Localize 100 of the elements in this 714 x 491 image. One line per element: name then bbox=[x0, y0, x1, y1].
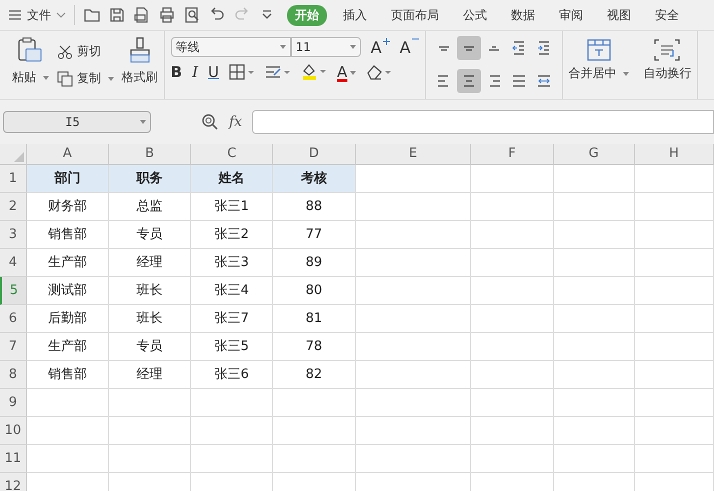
align-icon bbox=[536, 74, 551, 86]
table-cell: 考核 bbox=[273, 165, 356, 193]
cut-button[interactable]: 剪切 bbox=[76, 43, 101, 60]
caret-icon[interactable] bbox=[140, 120, 146, 124]
format-painter-button[interactable]: 格式刷 bbox=[122, 69, 158, 86]
caret-icon[interactable] bbox=[350, 70, 356, 75]
file-menu[interactable]: 文件 bbox=[27, 6, 51, 24]
save-icon[interactable] bbox=[108, 6, 126, 24]
table-cell: 81 bbox=[273, 305, 356, 333]
row-header[interactable]: 4 bbox=[0, 249, 27, 277]
column-header[interactable]: B bbox=[108, 144, 192, 164]
bold-button[interactable]: B bbox=[170, 63, 182, 81]
print-preview-icon[interactable] bbox=[183, 6, 201, 24]
formula-input[interactable] bbox=[252, 110, 714, 134]
eraser-icon[interactable] bbox=[366, 64, 392, 80]
row-header[interactable]: 10 bbox=[0, 417, 27, 445]
scissors-icon[interactable] bbox=[56, 44, 73, 58]
align-icon bbox=[462, 74, 476, 86]
conditional-format-icon[interactable] bbox=[265, 64, 292, 80]
table-cell: 89 bbox=[273, 249, 356, 277]
align-button[interactable] bbox=[456, 68, 481, 92]
table-cell: 专员 bbox=[108, 333, 192, 361]
align-icon bbox=[436, 46, 451, 50]
table-cell: 财务部 bbox=[26, 193, 109, 221]
align-icon bbox=[536, 41, 551, 55]
fill-color-icon[interactable] bbox=[301, 63, 328, 81]
row-header[interactable]: 8 bbox=[0, 361, 27, 389]
table-cell: 生产部 bbox=[26, 249, 109, 277]
table-cell: 80 bbox=[273, 277, 356, 305]
table-cell: 82 bbox=[273, 361, 356, 389]
table-cell: 78 bbox=[273, 333, 356, 361]
ribbon-tab[interactable]: 页面布局 bbox=[383, 4, 447, 26]
column-header[interactable]: D bbox=[273, 144, 356, 164]
row-header[interactable]: 7 bbox=[0, 333, 27, 361]
column-header[interactable]: A bbox=[26, 144, 109, 164]
table-cell: 张三3 bbox=[191, 249, 274, 277]
table-cell: 生产部 bbox=[26, 333, 109, 361]
wrap-text-button[interactable]: 自动换行 bbox=[643, 65, 692, 82]
table-cell: 班长 bbox=[108, 305, 192, 333]
ribbon-tab[interactable]: 审阅 bbox=[551, 4, 591, 26]
copy-icon[interactable] bbox=[56, 70, 73, 86]
table-cell: 张三1 bbox=[191, 193, 274, 221]
align-icon bbox=[462, 46, 476, 50]
ribbon-tab[interactable]: 公式 bbox=[455, 4, 495, 26]
row-header[interactable]: 2 bbox=[0, 193, 27, 221]
shrink-font-button[interactable]: A bbox=[400, 38, 419, 56]
table-cell: 销售部 bbox=[26, 361, 109, 389]
ribbon-tab[interactable]: 安全 bbox=[647, 4, 687, 26]
function-button[interactable]: fx bbox=[229, 114, 242, 130]
wrap-text-icon[interactable] bbox=[654, 39, 680, 61]
table-cell: 张三7 bbox=[191, 305, 274, 333]
underline-button[interactable]: U bbox=[208, 63, 220, 81]
ribbon-tab[interactable]: 数据 bbox=[503, 4, 543, 26]
row-header[interactable]: 11 bbox=[0, 445, 27, 473]
caret-icon[interactable] bbox=[350, 45, 356, 49]
plus-icon bbox=[382, 38, 390, 44]
column-header[interactable]: G bbox=[554, 144, 635, 164]
menu-icon[interactable] bbox=[8, 9, 22, 21]
row-header[interactable]: 12 bbox=[0, 473, 27, 491]
font-family-field[interactable]: 等线 bbox=[170, 37, 291, 57]
row-header[interactable]: 6 bbox=[0, 305, 27, 333]
caret-icon[interactable] bbox=[623, 72, 630, 76]
merge-cells-icon[interactable] bbox=[586, 39, 611, 61]
table-cell: 班长 bbox=[108, 277, 192, 305]
column-header[interactable]: C bbox=[191, 144, 274, 164]
table-cell: 后勤部 bbox=[26, 305, 109, 333]
column-header[interactable]: H bbox=[634, 144, 714, 164]
table-cell: 姓名 bbox=[191, 165, 274, 193]
ribbon-tab[interactable]: 视图 bbox=[599, 4, 639, 26]
borders-icon[interactable] bbox=[229, 64, 256, 80]
row-header[interactable]: 1 bbox=[0, 165, 27, 193]
font-color-button[interactable]: A bbox=[337, 63, 356, 81]
caret-icon[interactable] bbox=[42, 76, 49, 80]
table-cell: 销售部 bbox=[26, 221, 109, 249]
caret-icon[interactable] bbox=[280, 45, 286, 49]
zoom-icon[interactable] bbox=[201, 113, 219, 131]
row-header[interactable]: 3 bbox=[0, 221, 27, 249]
table-cell: 经理 bbox=[108, 361, 192, 389]
paste-button[interactable]: 粘贴 bbox=[12, 69, 49, 86]
column-header[interactable]: E bbox=[356, 144, 472, 164]
table-cell: 部门 bbox=[26, 165, 109, 193]
copy-button[interactable]: 复制 bbox=[76, 70, 114, 87]
chevron-icon[interactable] bbox=[56, 12, 66, 18]
italic-button[interactable]: I bbox=[192, 63, 198, 81]
merge-center-button[interactable]: 合并居中 bbox=[568, 65, 630, 82]
row-header[interactable]: 9 bbox=[0, 389, 27, 417]
align-button[interactable] bbox=[456, 36, 481, 60]
table-cell: 专员 bbox=[108, 221, 192, 249]
align-icon bbox=[512, 41, 526, 55]
font-size-field[interactable]: 11 bbox=[290, 37, 361, 57]
ribbon-tab[interactable]: 插入 bbox=[335, 4, 375, 26]
print-icon[interactable] bbox=[158, 6, 176, 24]
table-cell: 张三4 bbox=[191, 277, 274, 305]
column-header[interactable]: F bbox=[471, 144, 554, 164]
table-cell: 77 bbox=[273, 221, 356, 249]
name-box[interactable]: I5 bbox=[3, 111, 151, 133]
grow-font-button[interactable]: A bbox=[370, 38, 390, 56]
table-cell: 经理 bbox=[108, 249, 192, 277]
minus-icon bbox=[412, 38, 419, 40]
caret-icon[interactable] bbox=[108, 76, 114, 81]
